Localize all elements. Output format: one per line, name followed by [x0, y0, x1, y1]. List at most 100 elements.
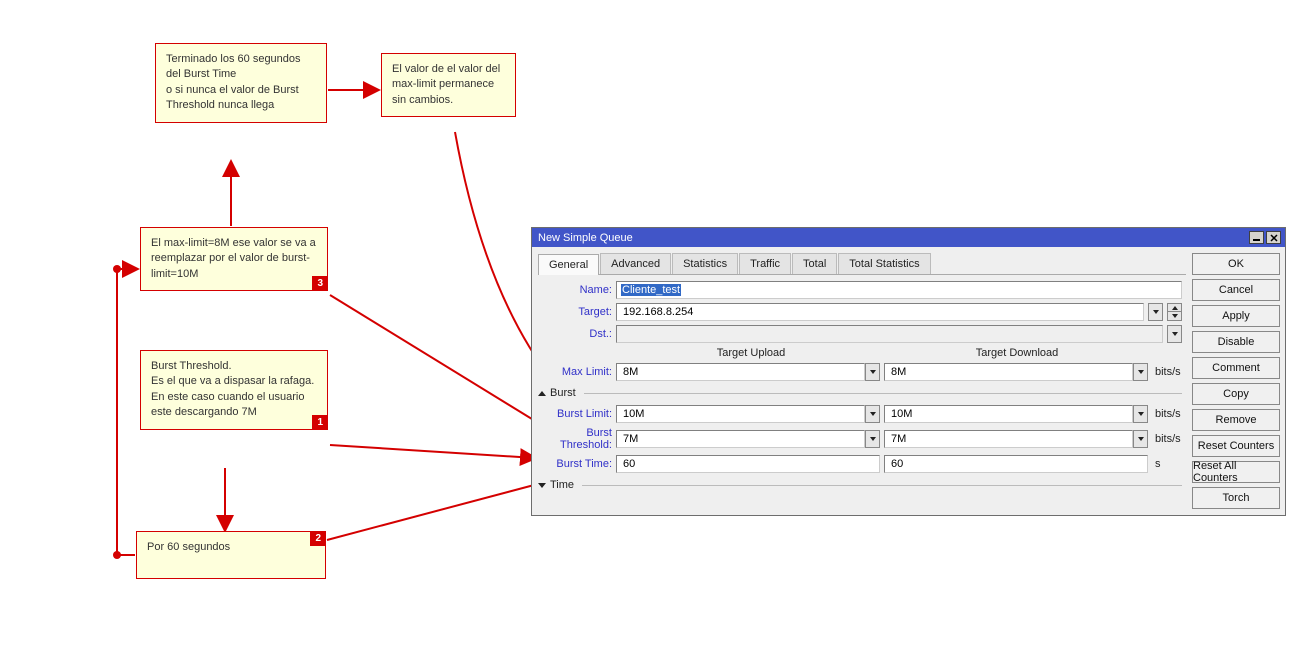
note-text: El max-limit=8M ese valor se va a reempl…	[151, 237, 316, 280]
minimize-button[interactable]	[1249, 231, 1264, 244]
tab-traffic[interactable]: Traffic	[739, 253, 791, 274]
comment-button[interactable]: Comment	[1192, 357, 1280, 379]
tab-total[interactable]: Total	[792, 253, 837, 274]
burst-limit-download-field[interactable]	[884, 405, 1133, 423]
note-badge: 2	[310, 531, 326, 546]
tab-total-statistics[interactable]: Total Statistics	[838, 253, 930, 274]
section-caret-up-icon	[538, 391, 546, 396]
tab-general[interactable]: General	[538, 254, 599, 275]
dst-label: Dst.:	[538, 328, 612, 340]
chevron-down-icon	[870, 412, 876, 416]
note-text: El valor de el valor del max-limit perma…	[392, 63, 500, 106]
tab-label: Advanced	[611, 258, 660, 270]
burst-time-download-input[interactable]	[889, 457, 1143, 471]
note-60-seconds: Por 60 segundos 2	[136, 531, 326, 579]
torch-button[interactable]: Torch	[1192, 487, 1280, 509]
tabs: General Advanced Statistics Traffic Tota…	[538, 253, 1186, 275]
burst-threshold-upload-input[interactable]	[621, 432, 860, 446]
max-limit-upload-input[interactable]	[621, 365, 860, 379]
max-limit-label: Max Limit:	[538, 366, 612, 378]
remove-button[interactable]: Remove	[1192, 409, 1280, 431]
tab-label: Statistics	[683, 258, 727, 270]
burst-limit-upload-field[interactable]	[616, 405, 865, 423]
chevron-down-icon	[1138, 437, 1144, 441]
ok-button[interactable]: OK	[1192, 253, 1280, 275]
close-icon	[1270, 234, 1278, 242]
burst-time-upload-field[interactable]	[616, 455, 880, 473]
row-name: Name: Cliente_test	[538, 281, 1182, 299]
note-burst-threshold: Burst Threshold. Es el que va a dispasar…	[140, 350, 328, 430]
max-limit-download-input[interactable]	[889, 365, 1128, 379]
section-burst[interactable]: Burst	[538, 387, 1182, 399]
target-stepper[interactable]	[1167, 303, 1182, 321]
section-burst-label: Burst	[550, 387, 576, 399]
row-max-limit: Max Limit: bits/s	[538, 363, 1182, 381]
target-input[interactable]	[621, 305, 1139, 319]
minimize-icon	[1252, 233, 1261, 242]
tab-label: Total Statistics	[849, 258, 919, 270]
burst-threshold-upload-field[interactable]	[616, 430, 865, 448]
button-label: Torch	[1223, 492, 1250, 504]
apply-button[interactable]: Apply	[1192, 305, 1280, 327]
titlebar[interactable]: New Simple Queue	[532, 228, 1285, 247]
max-limit-upload-dropdown[interactable]	[865, 363, 880, 381]
column-headers: Target Upload Target Download	[538, 347, 1182, 359]
section-time-label: Time	[550, 479, 574, 491]
note-burst-time-end: Terminado los 60 segundos del Burst Time…	[155, 43, 327, 123]
close-button[interactable]	[1266, 231, 1281, 244]
chevron-down-icon	[870, 437, 876, 441]
reset-counters-button[interactable]: Reset Counters	[1192, 435, 1280, 457]
burst-limit-download-input[interactable]	[889, 407, 1128, 421]
note-max-limit-unchanged: El valor de el valor del max-limit perma…	[381, 53, 516, 117]
row-burst-limit: Burst Limit: bits/s	[538, 405, 1182, 423]
button-label: Reset Counters	[1198, 440, 1274, 452]
name-field[interactable]: Cliente_test	[616, 281, 1182, 299]
button-label: Reset All Counters	[1193, 460, 1279, 484]
burst-threshold-upload-dropdown[interactable]	[865, 430, 880, 448]
name-value-selected: Cliente_test	[621, 284, 681, 296]
max-limit-upload-field[interactable]	[616, 363, 865, 381]
button-label: Apply	[1222, 310, 1250, 322]
burst-threshold-download-input[interactable]	[889, 432, 1128, 446]
chevron-down-icon	[1153, 310, 1159, 314]
burst-limit-label: Burst Limit:	[538, 408, 612, 420]
section-time[interactable]: Time	[538, 479, 1182, 491]
dst-field[interactable]	[616, 325, 1163, 343]
max-limit-download-dropdown[interactable]	[1133, 363, 1148, 381]
tab-advanced[interactable]: Advanced	[600, 253, 671, 274]
burst-limit-download-dropdown[interactable]	[1133, 405, 1148, 423]
target-dropdown-button[interactable]	[1148, 303, 1163, 321]
step-up[interactable]	[1167, 303, 1182, 312]
note-text: Terminado los 60 segundos del Burst Time…	[166, 53, 301, 111]
step-down[interactable]	[1167, 312, 1182, 321]
button-label: Cancel	[1219, 284, 1253, 296]
window-title: New Simple Queue	[538, 232, 1247, 244]
side-buttons: OK Cancel Apply Disable Comment Copy Rem…	[1192, 253, 1280, 509]
dst-expand-button[interactable]	[1167, 325, 1182, 343]
note-badge: 3	[312, 276, 328, 291]
target-field[interactable]	[616, 303, 1144, 321]
burst-limit-upload-input[interactable]	[621, 407, 860, 421]
button-label: OK	[1228, 258, 1244, 270]
units-bits: bits/s	[1152, 408, 1182, 420]
burst-time-upload-input[interactable]	[621, 457, 875, 471]
button-label: Comment	[1212, 362, 1260, 374]
button-label: Remove	[1216, 414, 1257, 426]
burst-time-download-field[interactable]	[884, 455, 1148, 473]
tab-statistics[interactable]: Statistics	[672, 253, 738, 274]
units-bits: bits/s	[1152, 366, 1182, 378]
burst-threshold-download-field[interactable]	[884, 430, 1133, 448]
button-label: Copy	[1223, 388, 1249, 400]
burst-threshold-download-dropdown[interactable]	[1133, 430, 1148, 448]
header-upload: Target Upload	[620, 347, 882, 359]
copy-button[interactable]: Copy	[1192, 383, 1280, 405]
reset-all-counters-button[interactable]: Reset All Counters	[1192, 461, 1280, 483]
disable-button[interactable]: Disable	[1192, 331, 1280, 353]
button-label: Disable	[1218, 336, 1255, 348]
burst-threshold-label: Burst Threshold:	[538, 427, 612, 451]
max-limit-download-field[interactable]	[884, 363, 1133, 381]
row-burst-time: Burst Time: s	[538, 455, 1182, 473]
burst-limit-upload-dropdown[interactable]	[865, 405, 880, 423]
chevron-down-icon	[1138, 412, 1144, 416]
cancel-button[interactable]: Cancel	[1192, 279, 1280, 301]
